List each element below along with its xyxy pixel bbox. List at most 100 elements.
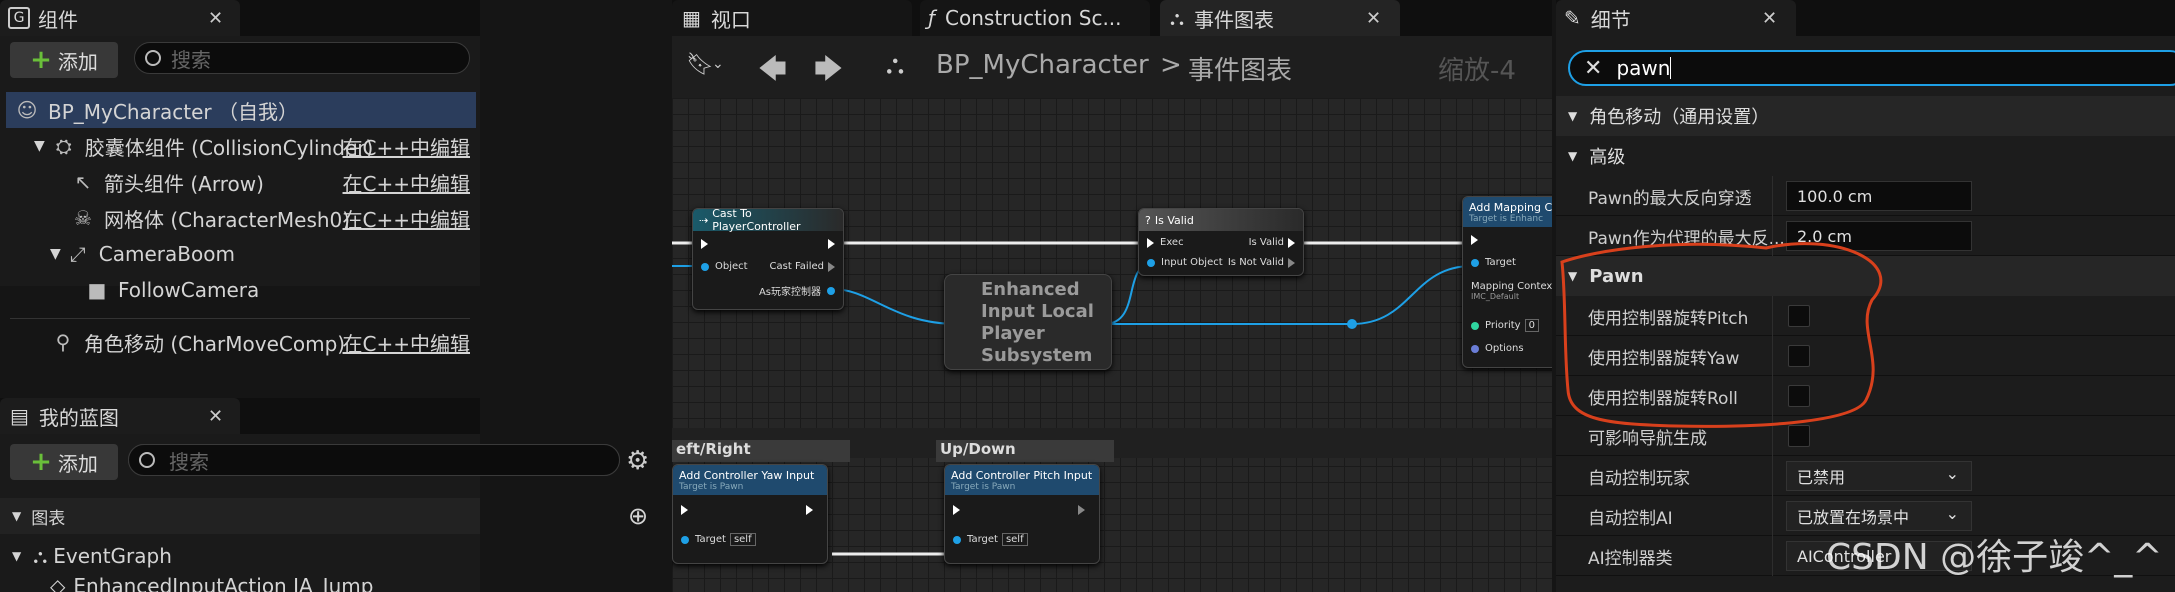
component-row-capsule[interactable]: ▼ ⛭ 胶囊体组件 (CollisionCylinder) 在C++中编辑 (0, 128, 480, 164)
pin-label: Is Valid (1248, 237, 1284, 248)
collapse-triangle-icon[interactable]: ▼ (12, 509, 21, 523)
component-row-cameraboom[interactable]: ▼ ⤢ CameraBoom (0, 236, 480, 272)
close-icon[interactable]: ✕ (1366, 8, 1381, 29)
component-root-row[interactable]: ☺ BP_MyCharacter （自我） (6, 92, 476, 128)
add-controller-yaw-node[interactable]: Add Controller Yaw Input Target is Pawn … (672, 464, 828, 564)
add-controller-pitch-node[interactable]: Add Controller Pitch Input Target is Paw… (944, 464, 1100, 564)
is-valid-pin[interactable]: Is Valid (1249, 237, 1295, 248)
self-value[interactable]: self (729, 533, 756, 546)
exec-in-pin[interactable] (701, 239, 708, 249)
as-playercontroller-pin[interactable]: As玩家控制器 (759, 283, 835, 298)
tab-components[interactable]: G 组件 ✕ (0, 0, 240, 36)
node-title: Cast To PlayerController (712, 208, 801, 233)
add-circle-icon[interactable]: ⊕ (628, 502, 648, 530)
options-pin[interactable]: Options (1471, 343, 1524, 354)
add-mapping-context-node[interactable]: Add Mapping C Target is Enhanc Target Ma… (1462, 196, 1552, 368)
tab-event-graph[interactable]: ⛬ 事件图表 ✕ (1160, 0, 1400, 36)
component-row-camera[interactable]: ■ FollowCamera (0, 272, 480, 308)
exec-out-pin[interactable] (828, 239, 835, 249)
breadcrumb-root[interactable]: BP_MyCharacter (936, 50, 1149, 80)
priority-pin[interactable]: Priority 0 (1471, 319, 1539, 332)
tab-viewport[interactable]: ▦ 视口 (672, 0, 912, 36)
node-subtitle: Target is Pawn (679, 481, 744, 492)
edit-in-cpp-link[interactable]: 在C++中编辑 (343, 132, 470, 161)
mapping-context-pin[interactable]: Mapping Contex IMC_Default (1471, 281, 1552, 301)
comment-label: Up/Down (940, 440, 1016, 458)
component-label: 胶囊体组件 (CollisionCylinder) (84, 135, 374, 160)
add-blueprint-label: 添加 (57, 451, 98, 476)
cast-to-playercontroller-node[interactable]: ⇢ Cast To PlayerController Object Cast F… (692, 208, 844, 310)
node-header: Add Mapping C Target is Enhanc (1463, 197, 1552, 227)
pin-label: Exec (1160, 237, 1184, 248)
components-search-input[interactable]: 搜索 (134, 42, 470, 74)
close-icon[interactable]: ✕ (208, 406, 223, 427)
cast-failed-pin[interactable]: Cast Failed (770, 261, 835, 272)
tab-construction-label: Construction Sc... (945, 6, 1122, 30)
function-icon: ƒ (928, 6, 936, 30)
tab-event-graph-label: 事件图表 (1194, 7, 1274, 32)
self-value[interactable]: self (1001, 533, 1028, 546)
input-object-pin[interactable]: Input Object (1147, 257, 1223, 268)
pin-label: Priority (1485, 320, 1521, 331)
comment-label: eft/Right (676, 440, 751, 458)
node-header: Add Controller Pitch Input Target is Paw… (945, 465, 1099, 495)
chevron-down-icon[interactable]: ⌄ (712, 56, 724, 72)
priority-value[interactable]: 0 (1524, 319, 1539, 332)
component-row-arrow[interactable]: ↖ 箭头组件 (Arrow) 在C++中编辑 (0, 164, 480, 200)
forward-arrow-icon[interactable]: 🡆︎ (814, 48, 843, 96)
tab-my-blueprint-label: 我的蓝图 (38, 405, 119, 430)
tab-construction-script[interactable]: ƒ Construction Sc... (920, 0, 1150, 36)
pin-label: Options (1485, 343, 1524, 354)
target-pin[interactable]: Target self (681, 533, 756, 546)
object-pin[interactable]: Object (701, 261, 748, 272)
graphs-section-header[interactable]: ▼ 图表 ⊕ (0, 498, 648, 534)
edit-in-cpp-link[interactable]: 在C++中编辑 (343, 204, 470, 233)
mapping-context-value[interactable]: IMC_Default (1471, 292, 1519, 301)
is-valid-node[interactable]: ? Is Valid Exec Is Valid Input Object Is… (1138, 208, 1304, 276)
exec-in-pin[interactable] (953, 505, 960, 515)
graph-icon: ⛬ (886, 50, 905, 80)
pin-label: Mapping Contex (1471, 281, 1552, 292)
search-icon (139, 452, 155, 468)
component-label: FollowCamera (118, 278, 260, 302)
component-row-mesh[interactable]: ☠ 网格体 (CharacterMesh0) 在C++中编辑 (0, 200, 480, 236)
event-graph-item[interactable]: ▼ ⛬ EventGraph (0, 538, 480, 574)
comment-left-right[interactable]: eft/Right (672, 440, 850, 462)
camera-icon: ■ (87, 278, 107, 302)
plus-icon: + (30, 447, 52, 477)
gear-icon[interactable]: ⚙ (626, 446, 649, 476)
tab-my-blueprint[interactable]: ▤ 我的蓝图 ✕ (0, 398, 240, 434)
collapse-triangle-icon[interactable]: ▼ (50, 246, 61, 262)
panel-divider (10, 318, 470, 319)
edit-in-cpp-link[interactable]: 在C++中编辑 (343, 168, 470, 197)
exec-in-pin[interactable]: Exec (1147, 237, 1184, 248)
edit-in-cpp-link[interactable]: 在C++中编辑 (343, 328, 470, 357)
blueprint-search-input[interactable]: 搜索 (128, 444, 620, 476)
component-row-movement[interactable]: ⚲ 角色移动 (CharMoveComp) 在C++中编辑 (0, 324, 480, 360)
close-icon[interactable]: ✕ (208, 8, 223, 29)
comment-up-down[interactable]: Up/Down (936, 440, 1114, 462)
enhanced-input-subsystem-node[interactable]: Enhanced Input Local Player Subsystem (944, 274, 1112, 370)
exec-in-pin[interactable] (681, 505, 688, 515)
target-pin[interactable]: Target (1471, 257, 1516, 268)
graph-canvas[interactable]: ⇢ Cast To PlayerController Object Cast F… (672, 98, 1552, 592)
exec-out-pin[interactable] (806, 505, 813, 515)
event-list-item[interactable]: ◇ EnhancedInputAction IA_Jump (0, 574, 480, 592)
exec-in-pin[interactable] (1471, 235, 1478, 245)
bookmark-icon[interactable]: 🔖︎ (686, 52, 714, 77)
add-blueprint-item-button[interactable]: + 添加 (10, 444, 118, 480)
add-component-button[interactable]: + 添加 (10, 42, 118, 78)
cast-icon: ⇢ (699, 213, 709, 227)
collapse-triangle-icon[interactable]: ▼ (34, 138, 45, 154)
exec-out-pin[interactable] (1078, 505, 1085, 515)
person-icon: ☺ (16, 98, 38, 122)
tab-viewport-label: 视口 (710, 7, 751, 32)
breadcrumb-separator: > (1160, 50, 1182, 80)
is-not-valid-pin[interactable]: Is Not Valid (1228, 257, 1295, 268)
graph-toolbar: 🔖︎ ⌄ 🡄︎ 🡆︎ ⛬ BP_MyCharacter > 事件图表 缩放-4 (672, 36, 1552, 98)
viewport-icon: ▦ (682, 6, 701, 30)
collapse-triangle-icon[interactable]: ▼ (12, 549, 21, 563)
back-arrow-icon[interactable]: 🡄︎ (758, 48, 787, 96)
target-pin[interactable]: Target self (953, 533, 1028, 546)
blueprint-search-placeholder: 搜索 (169, 449, 209, 474)
